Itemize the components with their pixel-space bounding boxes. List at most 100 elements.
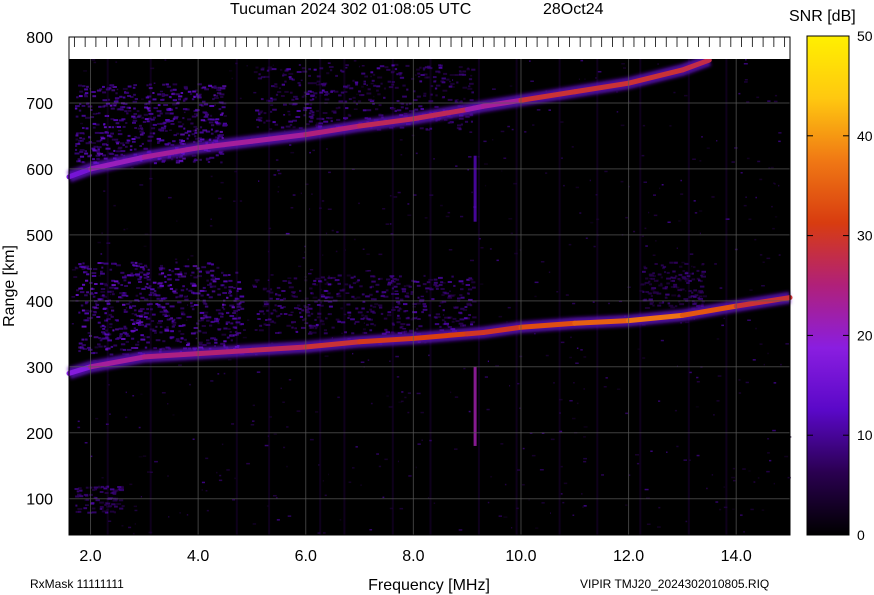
noise-speckle — [367, 270, 371, 272]
scatter-cloud-cell — [208, 296, 213, 299]
scatter-cloud-cell — [307, 90, 312, 93]
scatter-cloud-cell — [439, 283, 443, 286]
interference-streak — [639, 59, 642, 535]
scatter-cloud-cell — [455, 320, 460, 322]
noise-speckle — [77, 420, 80, 423]
scatter-cloud-cell — [660, 276, 663, 279]
scatter-cloud-cell — [359, 285, 363, 288]
noise-speckle — [560, 493, 563, 495]
scatter-cloud-cell — [413, 280, 417, 283]
scatter-cloud-cell — [399, 73, 402, 76]
scatter-cloud-cell — [225, 323, 228, 325]
noise-speckle — [85, 504, 89, 506]
scatter-cloud-cell — [674, 305, 678, 308]
noise-speckle — [460, 215, 464, 218]
noise-speckle — [507, 125, 510, 128]
scatter-cloud-cell — [337, 320, 341, 323]
y-tick-label: 800 — [26, 30, 53, 47]
scatter-cloud-cell — [124, 110, 128, 113]
scatter-cloud-cell — [193, 125, 198, 128]
scatter-cloud-cell — [347, 113, 351, 116]
noise-speckle — [290, 151, 295, 154]
noise-speckle — [250, 424, 255, 426]
noise-speckle — [694, 212, 698, 214]
scatter-cloud-cell — [101, 331, 106, 334]
scatter-cloud-cell — [289, 77, 294, 80]
scatter-cloud-cell — [157, 282, 163, 285]
noise-speckle — [360, 361, 365, 363]
scatter-cloud-cell — [182, 108, 188, 110]
scatter-cloud-cell — [235, 297, 240, 300]
scatter-cloud-cell — [462, 70, 467, 73]
x-tick-label: 10.0 — [505, 548, 536, 565]
scatter-cloud-cell — [198, 270, 202, 273]
scatter-cloud-cell — [215, 154, 219, 157]
scatter-cloud-cell — [397, 302, 401, 305]
noise-speckle — [307, 304, 311, 306]
scatter-cloud-cell — [403, 285, 406, 288]
noise-speckle — [778, 132, 782, 134]
noise-speckle — [399, 507, 404, 510]
scatter-cloud-cell — [206, 271, 210, 274]
noise-speckle — [161, 392, 166, 394]
scatter-cloud-cell — [367, 88, 371, 91]
scatter-cloud-cell — [283, 313, 288, 315]
noise-speckle — [138, 456, 143, 458]
scatter-cloud-cell — [450, 84, 453, 87]
scatter-cloud-cell — [471, 91, 474, 94]
scatter-cloud-cell — [315, 122, 319, 125]
scatter-cloud-cell — [315, 277, 321, 280]
scatter-cloud-cell — [353, 322, 356, 325]
noise-speckle — [91, 59, 96, 61]
scatter-cloud-cell — [87, 105, 93, 108]
noise-speckle — [378, 253, 383, 256]
scatter-cloud-cell — [186, 137, 189, 140]
scatter-cloud-cell — [133, 327, 136, 330]
scatter-cloud-cell — [175, 278, 180, 281]
noise-speckle — [719, 287, 723, 289]
scatter-cloud-cell — [85, 279, 89, 282]
scatter-cloud-cell — [647, 292, 652, 295]
scatter-cloud-cell — [164, 329, 170, 332]
scatter-cloud-cell — [327, 117, 333, 120]
scatter-cloud-cell — [447, 121, 450, 124]
scatter-cloud-cell — [91, 142, 96, 144]
scatter-cloud-cell — [95, 499, 100, 502]
scatter-cloud-cell — [356, 296, 361, 299]
scatter-cloud-cell — [127, 95, 131, 97]
scatter-cloud-cell — [179, 271, 183, 274]
noise-speckle — [762, 261, 765, 263]
scatter-cloud-cell — [266, 69, 270, 72]
scatter-cloud-cell — [358, 90, 361, 93]
scatter-cloud-cell — [298, 84, 302, 87]
noise-speckle — [769, 459, 772, 462]
scatter-cloud-cell — [130, 261, 134, 264]
noise-speckle — [97, 241, 101, 244]
scatter-cloud-cell — [158, 320, 163, 323]
noise-speckle — [125, 307, 128, 309]
scatter-cloud-cell — [355, 83, 358, 86]
scatter-cloud-cell — [144, 325, 147, 328]
scatter-cloud-cell — [258, 73, 261, 76]
noise-speckle — [454, 396, 459, 398]
scatter-cloud-cell — [109, 488, 115, 491]
scatter-cloud-cell — [399, 308, 403, 310]
scatter-cloud-cell — [75, 267, 79, 270]
noise-speckle — [358, 65, 360, 68]
scatter-cloud-cell — [344, 116, 349, 119]
scatter-cloud-cell — [281, 83, 285, 86]
scatter-cloud-cell — [191, 98, 195, 101]
scatter-cloud-cell — [92, 489, 96, 491]
noise-speckle — [283, 446, 286, 449]
scatter-cloud-cell — [471, 281, 476, 284]
scatter-cloud-cell — [408, 285, 412, 288]
scatter-cloud-cell — [677, 295, 681, 298]
noise-speckle — [683, 459, 687, 461]
noise-speckle — [247, 319, 250, 321]
scatter-cloud-cell — [222, 292, 227, 294]
scatter-cloud-cell — [190, 122, 194, 125]
scatter-cloud-cell — [184, 338, 187, 341]
scatter-cloud-cell — [291, 321, 294, 324]
scatter-cloud-cell — [361, 293, 365, 296]
noise-speckle — [536, 109, 541, 111]
